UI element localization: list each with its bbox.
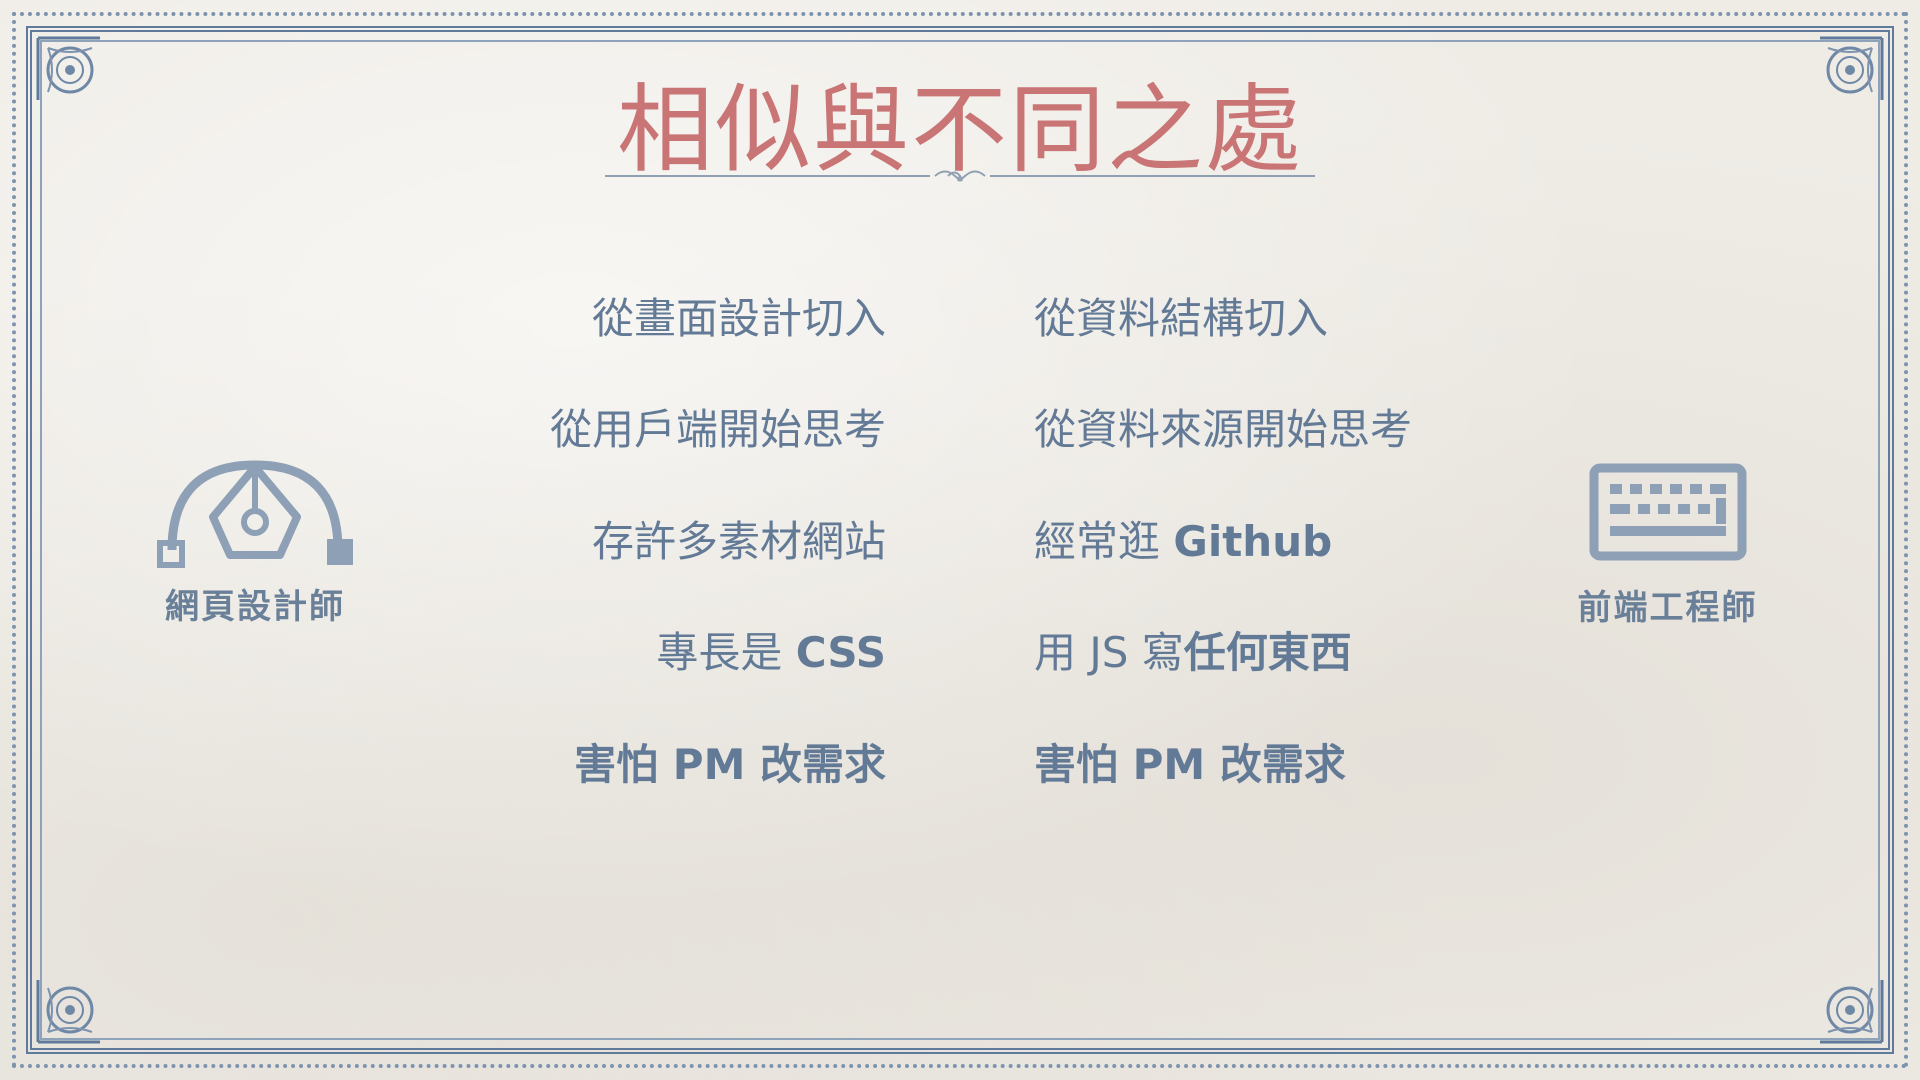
engineer-point: 害怕 PM 改需求 [1034, 740, 1346, 789]
slide: 相似與不同之處 網頁設計師 前端工程師 從畫面設計切入 從用戶端開始思考 存許多… [0, 0, 1920, 1080]
designer-point: 存許多素材網站 [591, 517, 886, 566]
designer-point: 從畫面設計切入 [591, 294, 886, 343]
keyboard-icon [1589, 463, 1746, 561]
pen-nib-icon [157, 460, 353, 568]
role-web-designer: 網頁設計師 [150, 455, 360, 628]
title-divider-ornament [605, 170, 1315, 182]
designer-point: 害怕 PM 改需求 [574, 740, 886, 789]
role-label-engineer: 前端工程師 [1577, 588, 1758, 628]
role-frontend-engineer: 前端工程師 [1565, 462, 1770, 629]
engineer-point: 經常逛 Github [1034, 517, 1333, 566]
corner-ornament-icon [1820, 980, 1884, 1044]
designer-point: 專長是 CSS [656, 628, 886, 677]
engineer-point: 從資料來源開始思考 [1034, 405, 1413, 454]
engineer-point: 用 JS 寫任何東西 [1034, 628, 1352, 677]
designer-point: 從用戶端開始思考 [549, 405, 886, 454]
engineer-point: 從資料結構切入 [1034, 294, 1329, 343]
role-label-designer: 網頁設計師 [165, 587, 345, 627]
corner-ornament-icon [36, 980, 100, 1044]
